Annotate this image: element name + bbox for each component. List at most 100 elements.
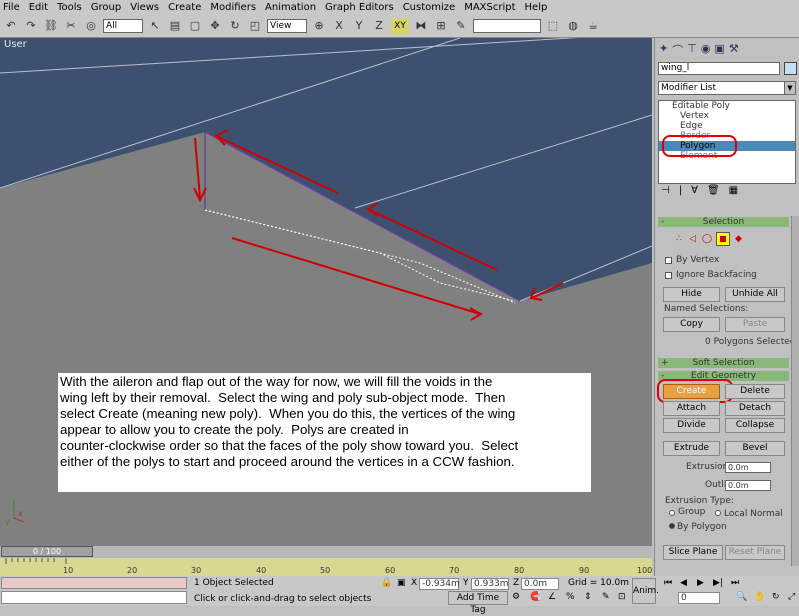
modify-tab-icon[interactable]: ⌒ (672, 42, 683, 58)
edit-named-selection-icon[interactable]: ✎ (602, 592, 610, 602)
by-polygon-radio[interactable] (669, 523, 675, 529)
maxscript-listener-mini[interactable] (1, 577, 187, 589)
link-icon[interactable]: ⛓ (43, 18, 59, 34)
restrict-z-icon[interactable]: Z (371, 18, 387, 34)
spinner-snap-icon[interactable]: ⇕ (584, 592, 592, 602)
modifier-list-dropdown[interactable]: Modifier List ▼ (658, 81, 796, 95)
remove-modifier-icon[interactable]: 🗑 (707, 185, 720, 196)
group-radio[interactable] (669, 510, 675, 516)
align-icon[interactable]: ⊞ (433, 18, 449, 34)
menu-file[interactable]: File (3, 2, 20, 13)
pan-icon[interactable]: ✋ (754, 592, 765, 602)
menu-help[interactable]: Help (525, 2, 548, 13)
vertex-mode-icon[interactable]: ∴ (676, 234, 682, 244)
object-color-swatch[interactable] (784, 62, 797, 75)
y-coord-field[interactable]: 0.933m (471, 578, 509, 590)
delete-button[interactable]: Delete (725, 384, 785, 399)
menu-group[interactable]: Group (91, 2, 121, 13)
extrusion-field[interactable]: 0.0m (725, 462, 771, 473)
copy-button[interactable]: Copy (663, 317, 720, 332)
viewport-label[interactable]: User (4, 39, 27, 50)
region-select-icon[interactable]: ▢ (187, 18, 203, 34)
time-slider-handle[interactable]: 0 / 100 (1, 546, 93, 557)
z-coord-field[interactable]: 0.0m (521, 578, 559, 590)
configure-sets-icon[interactable]: ▦ (729, 185, 738, 196)
menu-views[interactable]: Views (130, 2, 159, 13)
time-slider-track[interactable]: 0 / 100 (0, 546, 652, 558)
extrude-button[interactable]: Extrude (663, 441, 720, 456)
render-scene-icon[interactable]: ◍ (565, 18, 581, 34)
absolute-mode-icon[interactable]: ▣ (397, 578, 406, 588)
border-mode-icon[interactable]: ◯ (702, 234, 712, 244)
paste-button[interactable]: Paste (725, 317, 785, 332)
menu-tools[interactable]: Tools (57, 2, 82, 13)
lock-selection-icon[interactable]: 🔒 (381, 578, 392, 588)
polygon-mode-button[interactable] (716, 232, 730, 246)
stack-item-editable-poly[interactable]: Editable Poly (659, 101, 795, 111)
auto-key-button[interactable]: Anim. (632, 578, 659, 604)
track-bar[interactable]: 10 20 30 40 50 60 70 80 90 100 (0, 558, 652, 576)
select-object-icon[interactable]: ↖ (147, 18, 163, 34)
utilities-tab-icon[interactable]: ⚒ (729, 42, 739, 58)
next-frame-icon[interactable]: ▶| (713, 578, 723, 588)
percent-snap-icon[interactable]: % (566, 592, 575, 602)
selection-lock-icon[interactable]: ⊡ (618, 592, 626, 602)
object-name-field[interactable]: wing_l (658, 62, 780, 75)
collapse-button[interactable]: Collapse (725, 418, 785, 433)
reset-plane-button[interactable]: Reset Plane (725, 545, 785, 560)
play-icon[interactable]: ▶ (697, 578, 704, 588)
redo-icon[interactable]: ↷ (23, 18, 39, 34)
menu-graph-editors[interactable]: Graph Editors (325, 2, 394, 13)
restrict-y-icon[interactable]: Y (351, 18, 367, 34)
go-to-start-icon[interactable]: ⏮ (664, 578, 672, 588)
add-time-tag-button[interactable]: Add Time Tag (448, 591, 508, 615)
by-vertex-checkbox[interactable] (665, 257, 672, 264)
menu-animation[interactable]: Animation (265, 2, 316, 13)
restrict-x-icon[interactable]: X (331, 18, 347, 34)
restrict-xy-button[interactable]: XY (391, 17, 409, 34)
move-icon[interactable]: ✥ (207, 18, 223, 34)
menu-customize[interactable]: Customize (403, 2, 456, 13)
selection-filter-dropdown[interactable]: All (103, 18, 143, 33)
select-by-name-icon[interactable]: ▤ (167, 18, 183, 34)
curve-editor-icon[interactable]: ✎ (453, 18, 469, 34)
x-coord-field[interactable]: -0.934m (419, 578, 460, 590)
material-editor-icon[interactable]: ⬚ (545, 18, 561, 34)
unhide-all-button[interactable]: Unhide All (725, 287, 785, 302)
current-frame-field[interactable]: 0 (678, 592, 720, 604)
named-selection-dropdown[interactable] (473, 18, 541, 33)
ignore-backfacing-checkbox[interactable] (665, 272, 672, 279)
zoom-icon[interactable]: 🔍 (736, 592, 747, 602)
detach-button[interactable]: Detach (725, 401, 785, 416)
bind-space-warp-icon[interactable]: ◎ (83, 18, 99, 34)
reference-coord-dropdown[interactable]: View (267, 18, 307, 33)
edge-mode-icon[interactable]: ◁ (689, 234, 696, 244)
scale-icon[interactable]: ◰ (247, 18, 263, 34)
previous-frame-icon[interactable]: ◀ (680, 578, 687, 588)
arc-rotate-icon[interactable]: ↻ (772, 592, 780, 602)
local-normal-radio[interactable] (715, 510, 721, 516)
show-end-result-icon[interactable]: | (679, 185, 682, 196)
element-mode-icon[interactable]: ◆ (735, 234, 742, 244)
stack-item-vertex[interactable]: Vertex (659, 111, 795, 121)
pivot-icon[interactable]: ⊕ (311, 18, 327, 34)
snap-toggle-icon[interactable]: 🧲 (530, 592, 541, 602)
menu-modifiers[interactable]: Modifiers (210, 2, 256, 13)
unlink-icon[interactable]: ✂ (63, 18, 79, 34)
selection-rollout-header[interactable]: - Selection (658, 217, 789, 227)
divide-button[interactable]: Divide (663, 418, 720, 433)
menu-edit[interactable]: Edit (29, 2, 48, 13)
maximize-viewport-icon[interactable]: ⤢ (788, 592, 795, 602)
maxscript-input[interactable] (1, 591, 187, 604)
angle-snap-icon[interactable]: ∠ (548, 592, 556, 602)
go-to-end-icon[interactable]: ⏭ (731, 578, 739, 588)
make-unique-icon[interactable]: ∀ (691, 185, 698, 196)
attach-button[interactable]: Attach (663, 401, 720, 416)
menu-maxscript[interactable]: MAXScript (464, 2, 515, 13)
undo-icon[interactable]: ↶ (3, 18, 19, 34)
motion-tab-icon[interactable]: ◉ (701, 42, 711, 58)
soft-selection-rollout-header[interactable]: + Soft Selection (658, 358, 789, 368)
slice-plane-button[interactable]: Slice Plane (663, 545, 723, 560)
teapot-render-icon[interactable]: ☕ (585, 18, 601, 34)
outline-field[interactable]: 0.0m (725, 480, 771, 491)
